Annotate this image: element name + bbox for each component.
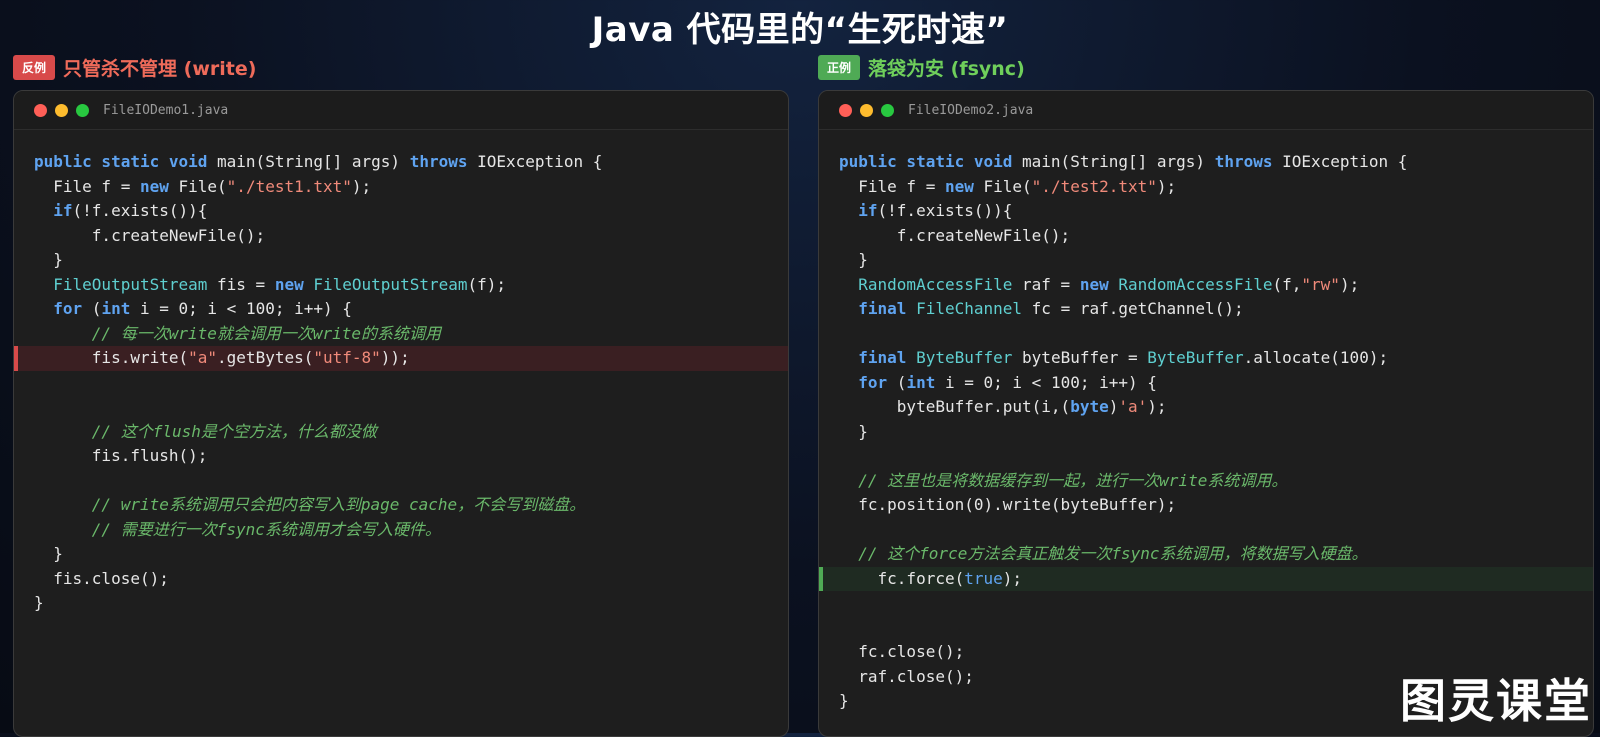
file-name: FileIODemo2.java [908, 102, 1034, 118]
code-line: fis.close(); [34, 568, 169, 588]
code-line: final FileChannel fc = raf.getChannel(); [858, 299, 1244, 318]
window-titlebar: FileIODemo2.java [819, 91, 1593, 130]
code-line: fc.position(0).write(byteBuffer); [839, 495, 1177, 514]
code-line: for (int i = 0; i < 100; i++) { [858, 372, 1157, 392]
code-editor[interactable]: public static void main(String[] args) t… [819, 130, 1593, 714]
highlighted-code-line: fis.write("a".getBytes("utf-8")); [14, 346, 788, 371]
code-line: for (int i = 0; i < 100; i++) { [53, 299, 352, 318]
watermark-logo: 图灵课堂 [1400, 674, 1592, 728]
code-window-left: FileIODemo1.java public static void main… [13, 90, 789, 737]
bad-example-heading: 反例 只管杀不管埋 (write) [13, 52, 789, 82]
code-line: public static void main(String[] args) t… [839, 152, 1408, 171]
code-comment: // 每一次write就会调用一次write的系统调用 [34, 323, 442, 343]
code-window-right: FileIODemo2.java public static void main… [818, 90, 1594, 737]
code-line: } [34, 593, 44, 612]
close-window-icon[interactable] [34, 103, 47, 117]
code-line: f.createNewFile(); [34, 225, 266, 245]
code-comment: // 这里也是将数据缓存到一起，进行一次write系统调用。 [839, 470, 1288, 490]
maximize-window-icon[interactable] [881, 103, 894, 117]
code-line: f.createNewFile(); [839, 225, 1071, 245]
code-line: byteBuffer.put(i,(byte)'a'); [839, 397, 1167, 416]
good-example-title: 落袋为安 (fsync) [868, 57, 1025, 80]
code-line: fc.close(); [839, 642, 965, 661]
code-line: } [839, 421, 868, 441]
code-line: if(!f.exists()){ [858, 201, 1013, 220]
code-line: } [34, 250, 63, 269]
code-line: File f = new File("./test2.txt"); [839, 176, 1177, 196]
code-line: } [839, 250, 868, 269]
bad-example-panel: 反例 只管杀不管埋 (write) FileIODemo1.java publi… [13, 52, 789, 737]
good-example-badge: 正例 [818, 54, 861, 80]
window-titlebar: FileIODemo1.java [14, 91, 788, 130]
code-comment: // write系统调用只会把内容写入到page cache，不会写到磁盘。 [34, 495, 586, 514]
bad-example-title: 只管杀不管埋 (write) [63, 57, 257, 80]
code-line: File f = new File("./test1.txt"); [34, 176, 372, 196]
code-line: fis.flush(); [34, 446, 208, 465]
code-line: public static void main(String[] args) t… [34, 152, 603, 171]
highlighted-code-line: fc.force(true); [819, 566, 1593, 591]
bad-example-badge: 反例 [13, 54, 56, 80]
code-line: } [34, 544, 63, 563]
code-line: if(!f.exists()){ [53, 201, 208, 220]
file-name: FileIODemo1.java [103, 102, 229, 118]
code-comment: // 这个force方法会真正触发一次fsync系统调用，将数据写入硬盘。 [839, 544, 1368, 563]
good-example-heading: 正例 落袋为安 (fsync) [818, 52, 1594, 82]
code-editor[interactable]: public static void main(String[] args) t… [14, 130, 788, 616]
maximize-window-icon[interactable] [76, 103, 89, 117]
code-line: RandomAccessFile raf = new RandomAccessF… [858, 274, 1360, 294]
page-title: Java 代码里的“生死时速” [591, 10, 1009, 50]
minimize-window-icon[interactable] [860, 103, 873, 117]
code-line: FileOutputStream fis = new FileOutputStr… [53, 274, 507, 294]
code-comment: // 这个flush是个空方法，什么都没做 [34, 421, 377, 441]
minimize-window-icon[interactable] [55, 103, 68, 117]
code-comment: // 需要进行一次fsync系统调用才会写入硬件。 [34, 519, 441, 539]
good-example-panel: 正例 落袋为安 (fsync) FileIODemo2.java public … [818, 52, 1594, 737]
close-window-icon[interactable] [839, 103, 852, 117]
code-line: final ByteBuffer byteBuffer = ByteBuffer… [858, 348, 1389, 367]
